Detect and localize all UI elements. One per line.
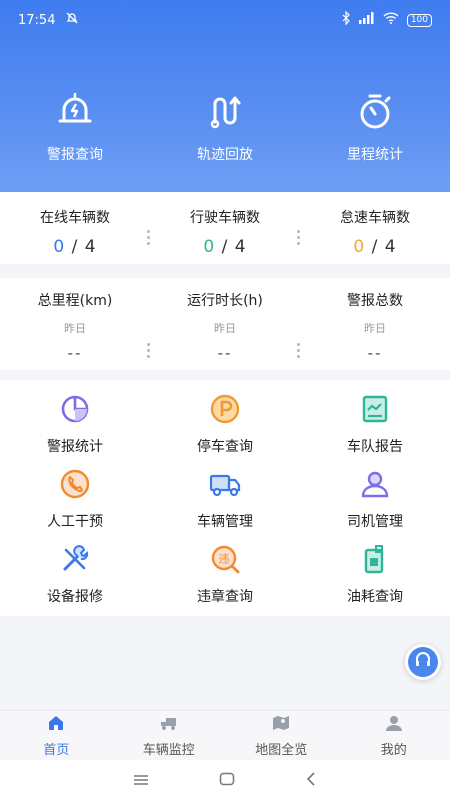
customer-service-button[interactable] [405, 644, 441, 680]
stat-title: 警报总数 [347, 293, 403, 309]
grid-item-parking-query[interactable]: 停车查询 [150, 392, 300, 467]
stat-title: 怠速车辆数 [340, 210, 410, 226]
stat-title: 在线车辆数 [40, 210, 110, 226]
grid-item-fleet-report[interactable]: 车队报告 [300, 392, 450, 467]
grid-item-device-repair[interactable]: 设备报修 [0, 542, 150, 617]
home-icon [47, 714, 65, 736]
quick-action-label: 警报查询 [47, 147, 103, 163]
grid-item-label: 车辆管理 [197, 514, 253, 530]
grid-item-manual-intervention[interactable]: 人工干预 [0, 467, 150, 542]
stat-subtitle: 昨日 [214, 322, 236, 335]
fuel-icon [358, 542, 392, 580]
grid-item-label: 停车查询 [197, 439, 253, 455]
report-icon [358, 392, 392, 430]
stat-title: 行驶车辆数 [190, 210, 260, 226]
stat-value: -- [367, 344, 383, 362]
bluetooth-icon [341, 10, 351, 29]
back-icon[interactable] [305, 771, 317, 790]
signal-icon [358, 12, 375, 28]
stat-total: 4 [384, 237, 397, 257]
parking-icon [208, 392, 242, 430]
grid-item-fuel-query[interactable]: 油耗查询 [300, 542, 450, 617]
pie-chart-icon [58, 392, 92, 430]
stat-current: 0 [203, 237, 216, 257]
map-icon [272, 714, 290, 736]
stat-current: 0 [53, 237, 66, 257]
truck-icon [160, 714, 178, 736]
quick-action-alarm-query[interactable]: 警报查询 [0, 88, 150, 164]
grid-item-alarm-stats[interactable]: 警报统计 [0, 392, 150, 467]
grid-item-label: 车队报告 [347, 439, 403, 455]
wifi-icon [383, 12, 399, 28]
header-banner: 17:54 100 警报查询 轨迹回放 里程统计 [0, 0, 450, 192]
stat-value: 0 / 4 [53, 237, 96, 257]
stat-total-mileage[interactable]: 总里程(km) 昨日 -- [0, 278, 150, 370]
stat-online-vehicles[interactable]: 在线车辆数 0 / 4 [0, 192, 150, 264]
quick-action-label: 里程统计 [347, 147, 403, 163]
stat-value: 0 / 4 [203, 237, 246, 257]
stat-subtitle: 昨日 [364, 322, 386, 335]
stat-title: 运行时长(h) [187, 293, 263, 309]
stat-run-duration[interactable]: 运行时长(h) 昨日 -- [150, 278, 300, 370]
quick-action-label: 轨迹回放 [197, 147, 253, 163]
grid-item-label: 警报统计 [47, 439, 103, 455]
system-nav-bar [0, 760, 450, 800]
menu-icon[interactable] [133, 771, 149, 790]
violation-icon: 违 [208, 542, 242, 580]
quick-action-track-playback[interactable]: 轨迹回放 [150, 88, 300, 164]
grid-item-vehicle-management[interactable]: 车辆管理 [150, 467, 300, 542]
tab-label: 我的 [380, 742, 407, 758]
grid-item-label: 违章查询 [197, 589, 253, 605]
headset-icon [413, 650, 433, 674]
phone-icon [58, 467, 92, 505]
stat-current: 0 [353, 237, 366, 257]
silent-bell-icon [65, 11, 79, 29]
quick-actions: 警报查询 轨迹回放 里程统计 [0, 88, 450, 164]
svg-text:违: 违 [219, 553, 230, 566]
stat-subtitle: 昨日 [64, 322, 86, 335]
tools-icon [58, 542, 92, 580]
tab-label: 地图全览 [255, 742, 308, 758]
stat-separator: / [71, 237, 79, 257]
tab-mine[interactable]: 我的 [338, 711, 450, 760]
stat-moving-vehicles[interactable]: 行驶车辆数 0 / 4 [150, 192, 300, 264]
status-time: 17:54 [18, 12, 56, 28]
grid-item-driver-management[interactable]: 司机管理 [300, 467, 450, 542]
bottom-tab-bar: 首页 车辆监控 地图全览 我的 [0, 710, 450, 760]
tab-home[interactable]: 首页 [0, 711, 113, 760]
grid-item-label: 司机管理 [347, 514, 403, 530]
stat-title: 总里程(km) [37, 293, 113, 309]
feature-grid: 警报统计 停车查询 车队报告 人工干预 车辆管理 司机管理 设备报修 违 违章查… [0, 380, 450, 616]
driver-icon [358, 467, 392, 505]
quick-action-mileage-stats[interactable]: 里程统计 [300, 88, 450, 164]
stat-separator: / [371, 237, 379, 257]
tab-map-overview[interactable]: 地图全览 [225, 711, 338, 760]
stat-idle-vehicles[interactable]: 怠速车辆数 0 / 4 [300, 192, 450, 264]
vehicle-stats-card: 在线车辆数 0 / 4 行驶车辆数 0 / 4 怠速车辆数 0 / 4 [0, 192, 450, 264]
grid-item-violation-query[interactable]: 违 违章查询 [150, 542, 300, 617]
stat-total: 4 [234, 237, 247, 257]
battery-indicator: 100 [406, 13, 432, 27]
route-icon [202, 88, 248, 138]
grid-item-label: 人工干预 [47, 514, 103, 530]
truck-icon [208, 467, 242, 505]
stat-alarm-total[interactable]: 警报总数 昨日 -- [300, 278, 450, 370]
user-icon [385, 714, 403, 736]
stat-separator: / [221, 237, 229, 257]
grid-item-label: 设备报修 [47, 589, 103, 605]
stat-value: -- [67, 344, 83, 362]
home-square-icon[interactable] [219, 771, 235, 790]
stopwatch-icon [352, 88, 398, 138]
tab-label: 首页 [43, 742, 70, 758]
grid-item-label: 油耗查询 [347, 589, 403, 605]
tab-vehicle-monitor[interactable]: 车辆监控 [113, 711, 226, 760]
stat-value: -- [217, 344, 233, 362]
daily-stats-card: 总里程(km) 昨日 -- 运行时长(h) 昨日 -- 警报总数 昨日 -- [0, 278, 450, 370]
stat-total: 4 [84, 237, 97, 257]
stat-value: 0 / 4 [353, 237, 396, 257]
tab-label: 车辆监控 [142, 742, 195, 758]
status-bar: 17:54 100 [0, 0, 450, 40]
alarm-bell-icon [52, 88, 98, 138]
